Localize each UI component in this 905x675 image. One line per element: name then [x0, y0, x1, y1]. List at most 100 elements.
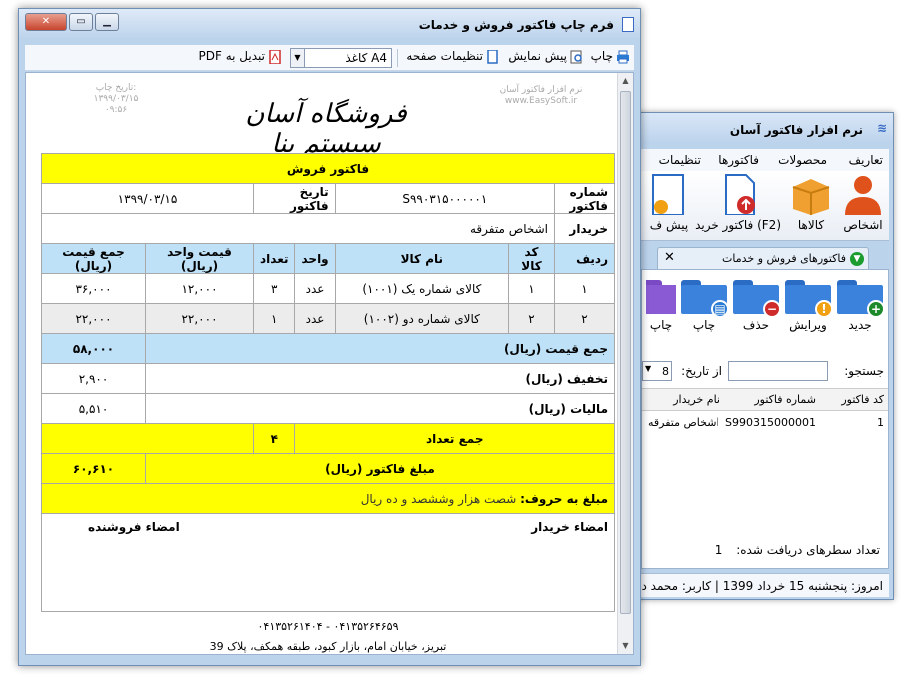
- ribbon-purchase-invoice-button[interactable]: فاکتور خرید (F2): [695, 173, 781, 232]
- page-setup-button[interactable]: تنظیمات صفحه: [406, 48, 500, 64]
- print-folder-icon: [646, 280, 676, 314]
- person-icon: [841, 173, 885, 215]
- pdf-button[interactable]: تبدیل به PDF: [199, 48, 282, 65]
- main-app-window: ≋ نرم افزار فاکتور آسان تعاریف محصولات ف…: [636, 112, 894, 600]
- sum-value: ۵۸,۰۰۰: [41, 333, 146, 364]
- print-date: ۱۳۹۹/۰۳/۱۵: [93, 94, 139, 104]
- phone-numbers: ۰۴۱۳۵۲۶۴۶۵۹ - ۰۴۱۳۵۲۶۱۴۰۴: [257, 620, 399, 633]
- invoice-number: S۹۹۰۳۱۵۰۰۰۰۰۱: [334, 183, 556, 214]
- ribbon-preinvoice-label: پیش ف: [649, 218, 689, 232]
- purchase-invoice-icon: [716, 173, 760, 216]
- item-code: ۲: [508, 303, 555, 334]
- invoice-date-label: تاریخ فاکتور: [253, 183, 336, 214]
- sum-label: جمع قیمت (ریال): [145, 333, 615, 364]
- edit-invoice-button[interactable]: ! ویرایش: [784, 280, 833, 332]
- print-button[interactable]: چاپ: [591, 49, 630, 64]
- qty-total-label: جمع تعداد: [294, 423, 615, 454]
- search-input[interactable]: [728, 361, 828, 381]
- signatures-cell: امضاء خریدار امضاء فروشنده: [41, 513, 615, 612]
- rows-count-label: تعداد سطرهای دریافت شده:: [736, 543, 880, 557]
- pdf-icon: [268, 48, 282, 65]
- close-tab-icon[interactable]: ✕: [664, 250, 675, 265]
- item-price: ۱۲,۰۰۰: [145, 273, 254, 304]
- tax-label: مالیات (ریال): [145, 393, 615, 424]
- print2-invoice-button[interactable]: چاپ: [646, 280, 676, 332]
- amount-value: ۶۰,۶۱۰: [41, 453, 146, 484]
- chevron-down-icon: ▼: [645, 364, 652, 373]
- amount-words-cell: مبلغ به حروف: شصت هزار وششصد و ده ریال: [41, 483, 615, 514]
- store-name: فروشگاه آسان سیستم بنا: [245, 99, 407, 159]
- invoice-footer: ۰۴۱۳۵۲۶۴۶۵۹ - ۰۴۱۳۵۲۶۱۴۰۴ تبریز، خیابان …: [41, 617, 615, 657]
- delete-invoice-button[interactable]: − حذف: [732, 280, 781, 332]
- tab-strip: ▼ فاکتورهای فروش و خدمات ✕: [641, 245, 889, 269]
- date-select[interactable]: 8 ▼: [642, 361, 672, 381]
- preview-label: پیش نمایش: [508, 49, 567, 63]
- menu-settings[interactable]: تنظیمات: [659, 153, 701, 167]
- scroll-down-icon[interactable]: ▼: [618, 638, 633, 654]
- amount-words: شصت هزار وششصد و ده ریال: [360, 491, 517, 506]
- item-name: کالای شماره دو (۱۰۰۲): [334, 303, 510, 334]
- new-invoice-button[interactable]: + جدید: [836, 280, 885, 332]
- table-row[interactable]: 1 S990315000001 اشخاص متفرقه: [642, 412, 888, 432]
- delete-label: حذف: [742, 318, 770, 332]
- magnifier-icon: [570, 50, 584, 64]
- preview-button[interactable]: پیش نمایش: [508, 49, 584, 64]
- item-unit: عدد: [294, 273, 336, 304]
- ribbon-goods-button[interactable]: کالاها: [789, 173, 833, 232]
- col-invoice-number[interactable]: شماره فاکتور: [754, 393, 816, 406]
- ribbon-persons-button[interactable]: اشخاص: [841, 173, 885, 232]
- menu-products[interactable]: محصولات: [778, 153, 827, 167]
- item-row-number: ۲: [554, 303, 615, 334]
- menu-definitions[interactable]: تعاریف: [849, 153, 883, 167]
- col-unit-price: قیمت واحد (ریال): [145, 243, 254, 274]
- table-row: ۲ ۲ کالای شماره دو (۱۰۰۲) عدد ۱ ۲۲,۰۰۰ ۲…: [41, 303, 615, 334]
- print2-label: چاپ: [649, 318, 673, 332]
- col-buyer-name[interactable]: نام خریدار: [673, 393, 720, 406]
- print-toolbar: چاپ پیش نمایش تنظیمات صفحه ▼ کاغذ A4 تبد…: [25, 45, 634, 71]
- amount-words-label: مبلغ به حروف:: [520, 491, 608, 506]
- item-price: ۲۲,۰۰۰: [145, 303, 254, 334]
- delete-folder-icon: −: [733, 280, 781, 318]
- item-code: ۱: [508, 273, 555, 304]
- ribbon-preinvoice-button[interactable]: پیش ف: [649, 173, 689, 232]
- item-row-number: ۱: [554, 273, 615, 304]
- print-invoice-button[interactable]: ▤ چاپ: [680, 280, 729, 332]
- print-date-label: تاریخ چاپ:: [95, 83, 137, 93]
- new-folder-icon: +: [837, 280, 885, 318]
- preinvoice-icon: [649, 173, 687, 216]
- print-date-block: تاریخ چاپ: ۱۳۹۹/۰۳/۱۵ ۰۹:۵۶: [76, 83, 156, 116]
- printer-icon: [616, 50, 630, 64]
- table-row: ۱ ۱ کالای شماره یک (۱۰۰۱) عدد ۳ ۱۲,۰۰۰ ۳…: [41, 273, 615, 304]
- watermark-text: نرم افزار فاکتور آسان: [499, 85, 583, 95]
- col-invoice-code[interactable]: کد فاکتور: [841, 393, 884, 406]
- invoice-page: تاریخ چاپ: ۱۳۹۹/۰۳/۱۵ ۰۹:۵۶ نرم افزار فا…: [36, 79, 615, 659]
- seller-signature-label: امضاء فروشنده: [88, 520, 180, 534]
- item-name: کالای شماره یک (۱۰۰۱): [334, 273, 510, 304]
- close-icon[interactable]: ✕: [25, 13, 67, 31]
- app-title: نرم افزار فاکتور آسان: [729, 123, 863, 137]
- rows-count-value: 1: [714, 543, 723, 557]
- invoice-preview: ▲ ▼ تاریخ چاپ: ۱۳۹۹/۰۳/۱۵ ۰۹:۵۶ نرم افزا…: [25, 72, 634, 655]
- menu-bar: تعاریف محصولات فاکتورها تنظیمات: [641, 149, 889, 171]
- col-code: کد کالا: [508, 243, 555, 274]
- col-total: جمع قیمت (ریال): [41, 243, 146, 274]
- invoice-number-label: شماره فاکتور: [554, 183, 615, 214]
- tab-sales-invoices[interactable]: ▼ فاکتورهای فروش و خدمات ✕: [657, 247, 869, 269]
- vertical-scrollbar[interactable]: ▲ ▼: [617, 73, 633, 654]
- menu-invoices[interactable]: فاکتورها: [718, 153, 759, 167]
- paper-size-select[interactable]: ▼ کاغذ A4: [290, 48, 392, 68]
- scroll-thumb[interactable]: [620, 91, 631, 614]
- ribbon: اشخاص کالاها فاکتور خرید (F2) پیش ف: [641, 171, 889, 241]
- minimize-icon[interactable]: ▁: [95, 13, 119, 31]
- date-value: 8: [662, 365, 669, 378]
- col-name: نام کالا: [334, 243, 510, 274]
- box-icon: [789, 173, 833, 215]
- scroll-up-icon[interactable]: ▲: [618, 73, 633, 89]
- print-form-title: فرم چاپ فاکتور فروش و خدمات: [418, 18, 614, 32]
- buyer-label: خریدار: [554, 213, 615, 244]
- item-qty: ۳: [252, 273, 296, 304]
- search-label: جستجو:: [844, 364, 884, 378]
- watermark-block: نرم افزار فاکتور آسان www.EasySoft.ir: [486, 85, 596, 107]
- maximize-icon[interactable]: ▭: [69, 13, 93, 31]
- app-logo-icon: ≋: [876, 121, 887, 135]
